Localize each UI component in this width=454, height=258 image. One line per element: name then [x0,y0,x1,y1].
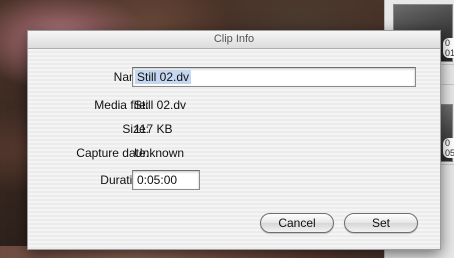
cancel-button[interactable]: Cancel [260,213,334,233]
clip-duration-label: 0 05 [443,138,454,158]
name-field[interactable]: Still 02.dv [132,67,416,87]
size-value: 117 KB [134,122,173,136]
capture-date-row: Capture date: Unknown [28,143,440,165]
clip-info-dialog: Clip Info Name: Still 02.dv Media file: … [27,30,441,250]
media-file-row: Media file: Still 02.dv [28,95,440,117]
dialog-title: Clip Info [28,31,440,49]
duration-value: 0:05:00 [137,173,178,187]
duration-row: Duration: 0:05:00 [28,170,440,192]
set-button[interactable]: Set [344,213,418,233]
name-value: Still 02.dv [135,70,192,84]
capture-date-value: Unknown [134,146,185,160]
name-row: Name: Still 02.dv [28,67,440,89]
media-file-value: Still 02.dv [134,98,187,112]
clip-duration-label: 0 01 [443,38,454,58]
size-row: Size: 117 KB [28,119,440,141]
duration-field[interactable]: 0:05:00 [132,170,200,190]
